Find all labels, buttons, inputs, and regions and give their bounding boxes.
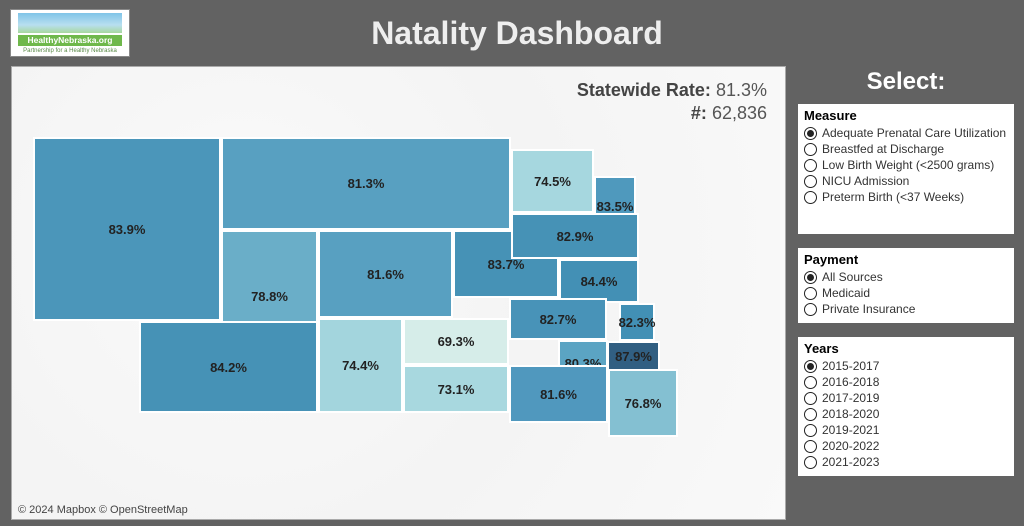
rate-label: Statewide Rate:: [577, 80, 711, 100]
radio-icon: [804, 456, 817, 469]
region-label: 82.9%: [557, 229, 594, 244]
region-label: 81.6%: [540, 387, 577, 402]
payment-option-label: Private Insurance: [822, 302, 915, 316]
radio-icon: [804, 376, 817, 389]
map-region[interactable]: 84.4%: [559, 259, 639, 303]
radio-icon: [804, 143, 817, 156]
page-title: Natality Dashboard: [130, 15, 1024, 52]
years-option-label: 2015-2017: [822, 359, 879, 373]
radio-icon: [804, 440, 817, 453]
region-label: 84.4%: [581, 274, 618, 289]
map-region[interactable]: 74.5%: [511, 149, 594, 213]
region-label: 82.3%: [619, 315, 656, 330]
radio-icon: [804, 392, 817, 405]
payment-panel: Payment All Sources Medicaid Private Insur…: [798, 248, 1014, 323]
radio-icon: [804, 191, 817, 204]
radio-icon: [804, 287, 817, 300]
measure-option-label: Breastfed at Discharge: [822, 142, 944, 156]
map-region[interactable]: 87.9%: [607, 341, 660, 371]
map-region[interactable]: 76.8%: [608, 369, 678, 437]
region-label: 76.8%: [625, 396, 662, 411]
measure-option-label: Adequate Prenatal Care Utilization: [822, 126, 1006, 140]
header-bar: HealthyNebraska.org Partnership for a He…: [0, 0, 1024, 66]
region-label: 83.9%: [109, 222, 146, 237]
payment-option[interactable]: All Sources: [804, 269, 1008, 285]
region-label: 81.3%: [348, 176, 385, 191]
radio-icon: [804, 360, 817, 373]
years-option-label: 2020-2022: [822, 439, 879, 453]
count-label: #:: [691, 103, 707, 123]
map-region[interactable]: 83.9%: [33, 137, 221, 321]
years-option-label: 2016-2018: [822, 375, 879, 389]
radio-icon: [804, 271, 817, 284]
region-label: 83.5%: [597, 199, 634, 214]
years-option[interactable]: 2018-2020: [804, 406, 1008, 422]
radio-icon: [804, 303, 817, 316]
measure-option-label: NICU Admission: [822, 174, 909, 188]
years-option-label: 2019-2021: [822, 423, 879, 437]
measure-option-label: Preterm Birth (<37 Weeks): [822, 190, 964, 204]
measure-option[interactable]: Preterm Birth (<37 Weeks): [804, 189, 1008, 205]
map-region[interactable]: 84.2%: [139, 321, 318, 413]
payment-title: Payment: [804, 252, 1008, 267]
measure-option[interactable]: Low Birth Weight (<2500 grams): [804, 157, 1008, 173]
region-label: 81.6%: [367, 267, 404, 282]
measure-title: Measure: [804, 108, 1008, 123]
region-label: 74.4%: [342, 358, 379, 373]
map-attribution: © 2024 Mapbox © OpenStreetMap: [18, 504, 188, 516]
logo-image: [18, 13, 122, 33]
rate-value: 81.3%: [716, 80, 767, 100]
map-region[interactable]: 81.3%: [221, 137, 511, 230]
years-option[interactable]: 2019-2021: [804, 422, 1008, 438]
region-label: 84.2%: [210, 360, 247, 375]
map-region[interactable]: 82.3%: [619, 303, 655, 341]
radio-icon: [804, 175, 817, 188]
map-region[interactable]: 81.6%: [509, 365, 608, 423]
radio-icon: [804, 408, 817, 421]
map-region[interactable]: 73.1%: [403, 365, 509, 413]
measure-option[interactable]: Adequate Prenatal Care Utilization: [804, 125, 1008, 141]
measure-panel: Measure Adequate Prenatal Care Utilizati…: [798, 104, 1014, 234]
map-region[interactable]: 82.7%: [509, 298, 607, 340]
years-title: Years: [804, 341, 1008, 356]
payment-option-label: Medicaid: [822, 286, 870, 300]
years-panel: Years 2015-2017 2016-2018 2017-2019 2018-20…: [798, 337, 1014, 476]
sidebar: Select: Measure Adequate Prenatal Care U…: [786, 66, 1024, 526]
statewide-stats: Statewide Rate: 81.3% #: 62,836: [577, 79, 767, 126]
years-option[interactable]: 2020-2022: [804, 438, 1008, 454]
map-region[interactable]: 81.6%: [318, 230, 453, 318]
logo-tagline: Partnership for a Healthy Nebraska: [23, 48, 117, 54]
map-panel[interactable]: Statewide Rate: 81.3% #: 62,836 83.9% 81.…: [11, 66, 786, 520]
map-region[interactable]: 74.4%: [318, 318, 403, 413]
region-label: 87.9%: [615, 349, 652, 364]
radio-icon: [804, 424, 817, 437]
logo-brand: HealthyNebraska.org: [18, 35, 122, 46]
region-label: 69.3%: [438, 334, 475, 349]
logo: HealthyNebraska.org Partnership for a He…: [10, 9, 130, 57]
count-value: 62,836: [712, 103, 767, 123]
region-label: 73.1%: [438, 382, 475, 397]
payment-option-label: All Sources: [822, 270, 883, 284]
payment-option[interactable]: Private Insurance: [804, 301, 1008, 317]
region-label: 82.7%: [540, 312, 577, 327]
radio-icon: [804, 127, 817, 140]
map-region[interactable]: 82.9%: [511, 213, 639, 259]
map-region[interactable]: 69.3%: [403, 318, 509, 365]
region-label: 78.8%: [251, 289, 288, 304]
radio-icon: [804, 159, 817, 172]
years-option-label: 2017-2019: [822, 391, 879, 405]
years-option-label: 2018-2020: [822, 407, 879, 421]
years-option[interactable]: 2017-2019: [804, 390, 1008, 406]
years-option[interactable]: 2016-2018: [804, 374, 1008, 390]
region-label: 74.5%: [534, 174, 571, 189]
sidebar-title: Select:: [798, 68, 1014, 96]
years-option[interactable]: 2015-2017: [804, 358, 1008, 374]
measure-option[interactable]: Breastfed at Discharge: [804, 141, 1008, 157]
measure-option[interactable]: NICU Admission: [804, 173, 1008, 189]
payment-option[interactable]: Medicaid: [804, 285, 1008, 301]
years-option[interactable]: 2021-2023: [804, 454, 1008, 470]
measure-option-label: Low Birth Weight (<2500 grams): [822, 158, 994, 172]
years-option-label: 2021-2023: [822, 455, 879, 469]
